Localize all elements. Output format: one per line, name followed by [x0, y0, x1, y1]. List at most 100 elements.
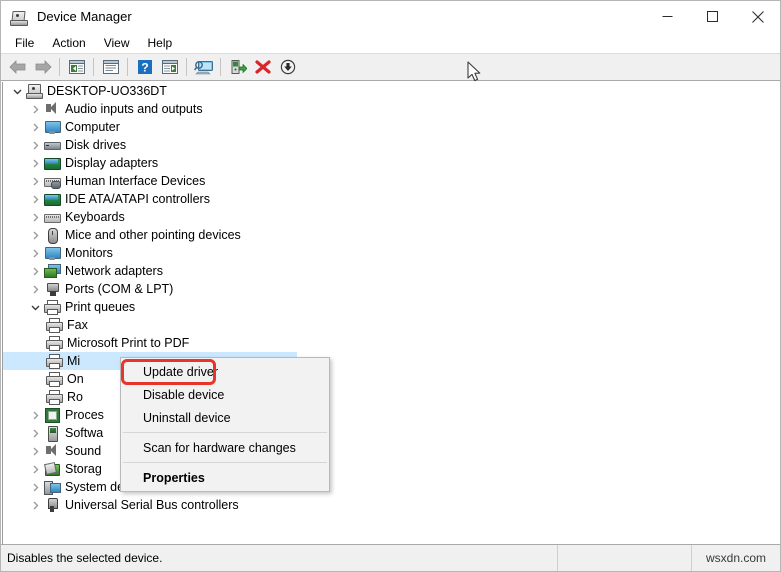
context-menu[interactable]: Update driver Disable device Uninstall d… — [120, 357, 330, 492]
back-button[interactable] — [5, 55, 30, 79]
tree-item-ports-com-and-lpt[interactable]: Ports (COM & LPT) — [3, 280, 780, 298]
tree-item-label: Universal Serial Bus controllers — [65, 498, 239, 512]
toolbar-separator — [220, 58, 221, 76]
left-arrow-icon — [8, 60, 25, 74]
processor-icon — [43, 406, 61, 424]
disable-device-button[interactable] — [275, 55, 300, 79]
forward-button[interactable] — [30, 55, 55, 79]
tree-item-label: Mice and other pointing devices — [65, 228, 241, 242]
tree-item-label: Network adapters — [65, 264, 163, 278]
printer-icon — [45, 388, 63, 406]
minimize-button[interactable] — [645, 1, 690, 32]
context-menu-item-properties[interactable]: Properties — [121, 466, 329, 489]
properties-window-icon — [102, 60, 119, 74]
chevron-right-icon[interactable] — [27, 262, 43, 280]
maximize-button[interactable] — [690, 1, 735, 32]
printer-icon — [45, 370, 63, 388]
toolbar-separator — [127, 58, 128, 76]
chevron-right-icon[interactable] — [27, 172, 43, 190]
chevron-right-icon[interactable] — [27, 100, 43, 118]
tree-item-mice-and-other-pointing-devices[interactable]: Mice and other pointing devices — [3, 226, 780, 244]
tree-item-label: Computer — [65, 120, 120, 134]
tree-item-monitors[interactable]: Monitors — [3, 244, 780, 262]
menu-action[interactable]: Action — [43, 34, 94, 52]
properties-button[interactable] — [98, 55, 123, 79]
mouse-icon — [43, 226, 61, 244]
tree-item-label: Ro — [67, 390, 83, 404]
chevron-right-icon[interactable] — [27, 442, 43, 460]
tree-item-human-interface-devices[interactable]: Human Interface Devices — [3, 172, 780, 190]
tree-item-print-queues[interactable]: Print queues — [3, 298, 780, 316]
menu-bar: File Action View Help — [1, 32, 780, 53]
chevron-right-icon[interactable] — [27, 190, 43, 208]
chevron-right-icon[interactable] — [27, 406, 43, 424]
close-button[interactable] — [735, 1, 780, 32]
monitor-icon — [43, 118, 61, 136]
tree-item-ide-ata-atapi-controllers[interactable]: IDE ATA/ATAPI controllers — [3, 190, 780, 208]
toolbar-separator — [186, 58, 187, 76]
chevron-right-icon[interactable] — [27, 154, 43, 172]
chevron-right-icon[interactable] — [27, 208, 43, 226]
watermark: wsxdn.com — [705, 551, 767, 565]
tree-item-label: Microsoft Print to PDF — [67, 336, 190, 350]
close-icon — [751, 10, 764, 23]
tree-item-desktop-root[interactable]: DESKTOP-UO336DT — [3, 82, 780, 100]
tree-item-computer[interactable]: Computer — [3, 118, 780, 136]
tree-item-label: Ports (COM & LPT) — [65, 282, 174, 296]
context-menu-item-uninstall-device[interactable]: Uninstall device — [121, 406, 329, 429]
help-button[interactable]: ? — [132, 55, 157, 79]
tree-item-label: Disk drives — [65, 138, 127, 152]
chevron-right-icon[interactable] — [27, 244, 43, 262]
uninstall-device-button[interactable] — [250, 55, 275, 79]
keyboard-icon — [43, 208, 61, 226]
show-hide-action-pane-button[interactable] — [157, 55, 182, 79]
maximize-icon — [707, 11, 718, 22]
chevron-right-icon[interactable] — [27, 280, 43, 298]
tree-item-fax[interactable]: Fax — [3, 316, 780, 334]
status-pane-2 — [558, 545, 692, 571]
tree-item-label: Fax — [67, 318, 88, 332]
tree-item-universal-serial-bus-controllers[interactable]: Universal Serial Bus controllers — [3, 496, 780, 514]
chevron-right-icon[interactable] — [27, 496, 43, 514]
printer-icon — [43, 298, 61, 316]
hid-icon — [43, 172, 61, 190]
tree-item-audio-inputs-and-outputs[interactable]: Audio inputs and outputs — [3, 100, 780, 118]
red-x-icon — [254, 60, 271, 74]
chevron-right-icon[interactable] — [27, 118, 43, 136]
tree-item-keyboards[interactable]: Keyboards — [3, 208, 780, 226]
green-driver-icon — [231, 60, 247, 74]
tree-item-network-adapters[interactable]: Network adapters — [3, 262, 780, 280]
monitor-icon — [43, 244, 61, 262]
tree-item-disk-drives[interactable]: Disk drives — [3, 136, 780, 154]
context-menu-item-disable-device[interactable]: Disable device — [121, 383, 329, 406]
chevron-right-icon[interactable] — [27, 424, 43, 442]
tree-item-label: Mi — [67, 354, 85, 368]
window-controls — [645, 1, 780, 32]
chevron-down-icon[interactable] — [9, 82, 25, 100]
svg-text:?: ? — [141, 61, 148, 75]
port-icon — [43, 280, 61, 298]
scan-hardware-changes-button[interactable] — [191, 55, 216, 79]
chevron-right-icon[interactable] — [27, 478, 43, 496]
chevron-right-icon[interactable] — [27, 136, 43, 154]
system-device-icon — [43, 478, 61, 496]
chevron-right-icon[interactable] — [27, 226, 43, 244]
minimize-icon — [662, 16, 673, 17]
context-menu-item-update-driver[interactable]: Update driver — [121, 360, 329, 383]
tree-item-label: Audio inputs and outputs — [65, 102, 203, 116]
update-driver-button[interactable] — [225, 55, 250, 79]
menu-help[interactable]: Help — [139, 34, 182, 52]
chevron-down-icon[interactable] — [27, 298, 43, 316]
printer-icon — [45, 352, 63, 370]
menu-file[interactable]: File — [6, 34, 43, 52]
tree-item-display-adapters[interactable]: Display adapters — [3, 154, 780, 172]
toolbar: ? — [1, 53, 780, 81]
printer-icon — [45, 334, 63, 352]
device-tree[interactable]: DESKTOP-UO336DT Audio inputs and outputs… — [2, 82, 780, 544]
chevron-right-icon[interactable] — [27, 460, 43, 478]
menu-view[interactable]: View — [95, 34, 139, 52]
show-hide-console-tree-button[interactable] — [64, 55, 89, 79]
context-menu-item-scan-for-hardware-changes[interactable]: Scan for hardware changes — [121, 436, 329, 459]
tree-item-microsoft-print-to-pdf[interactable]: Microsoft Print to PDF — [3, 334, 780, 352]
toolbar-separator — [93, 58, 94, 76]
